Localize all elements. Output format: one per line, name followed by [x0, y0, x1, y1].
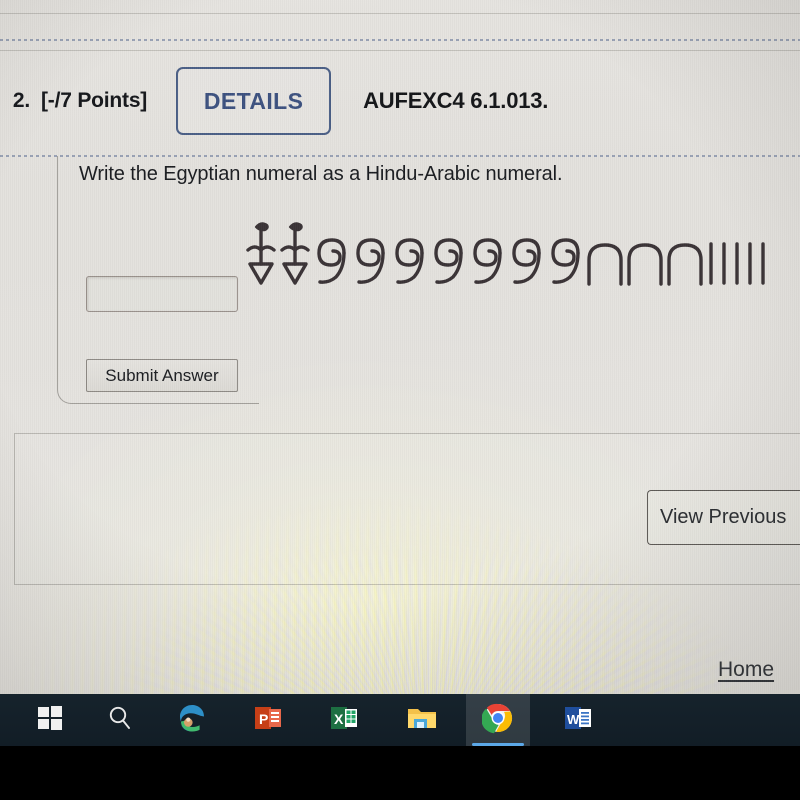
- view-previous-label: View Previous: [660, 506, 787, 528]
- svg-text:P: P: [259, 711, 268, 727]
- search-icon: [106, 704, 134, 737]
- taskbar-item-start-button[interactable]: [18, 694, 82, 746]
- coil-of-rope-glyph: [350, 234, 392, 286]
- taskbar-item-powerpoint[interactable]: P: [236, 694, 300, 746]
- svg-text:W: W: [567, 712, 580, 727]
- photographed-screen: 2. [-/7 Points] DETAILS AUFEXC4 6.1.013.…: [0, 0, 800, 800]
- hairline-rule-top: [0, 13, 800, 14]
- heel-bone-arch-glyph: [624, 240, 666, 286]
- question-header-row: 2. [-/7 Points] DETAILS AUFEXC4 6.1.013.: [0, 62, 800, 140]
- coil-of-rope-glyph: [311, 234, 353, 286]
- single-stroke-glyph: [704, 240, 718, 286]
- taskbar-item-search[interactable]: [88, 694, 152, 746]
- coil-of-rope-glyph: [467, 234, 509, 286]
- taskbar-item-file-explorer[interactable]: [390, 694, 454, 746]
- file-explorer-icon: [406, 704, 438, 737]
- points-label: [-/7 Points]: [41, 89, 148, 112]
- google-chrome-icon: [481, 702, 514, 739]
- question-number: 2.: [12, 89, 30, 112]
- powerpoint-icon: P: [253, 703, 283, 738]
- lotus-flower-glyph: [277, 220, 313, 286]
- taskbar-item-microsoft-edge[interactable]: [160, 694, 224, 746]
- start-button-icon: [37, 705, 63, 736]
- coil-of-rope-glyph: [389, 234, 431, 286]
- taskbar-item-word[interactable]: W: [546, 694, 610, 746]
- taskbar-item-excel[interactable]: X: [312, 694, 376, 746]
- excel-icon: X: [329, 703, 359, 738]
- answer-input[interactable]: [86, 276, 238, 312]
- taskbar-item-google-chrome[interactable]: [466, 694, 530, 746]
- single-stroke-glyph: [717, 240, 731, 286]
- windows-taskbar: PXW: [0, 694, 800, 746]
- word-icon: W: [563, 703, 593, 738]
- single-stroke-glyph: [756, 240, 770, 286]
- coil-of-rope-glyph: [428, 234, 470, 286]
- egyptian-numeral-display: [243, 206, 769, 286]
- hairline-rule-below-top: [0, 50, 800, 51]
- home-link[interactable]: Home: [718, 658, 774, 682]
- submit-answer-button[interactable]: Submit Answer: [86, 359, 238, 392]
- view-previous-button[interactable]: View Previous: [647, 490, 800, 545]
- microsoft-edge-icon: [176, 702, 208, 739]
- coil-of-rope-glyph: [506, 234, 548, 286]
- question-prompt-text: Write the Egyptian numeral as a Hindu-Ar…: [79, 163, 563, 185]
- details-button[interactable]: DETAILS: [176, 67, 332, 135]
- heel-bone-arch-glyph: [664, 240, 706, 286]
- single-stroke-glyph: [743, 240, 757, 286]
- assignment-code: AUFEXC4 6.1.013.: [363, 88, 549, 113]
- below-screen-dark-area: [0, 746, 800, 800]
- dotted-separator-top: [0, 39, 800, 41]
- single-stroke-glyph: [730, 240, 744, 286]
- lotus-flower-glyph: [243, 220, 279, 286]
- laptop-screen-content: 2. [-/7 Points] DETAILS AUFEXC4 6.1.013.…: [0, 0, 800, 694]
- coil-of-rope-glyph: [545, 234, 587, 286]
- heel-bone-arch-glyph: [584, 240, 626, 286]
- svg-text:X: X: [334, 711, 344, 727]
